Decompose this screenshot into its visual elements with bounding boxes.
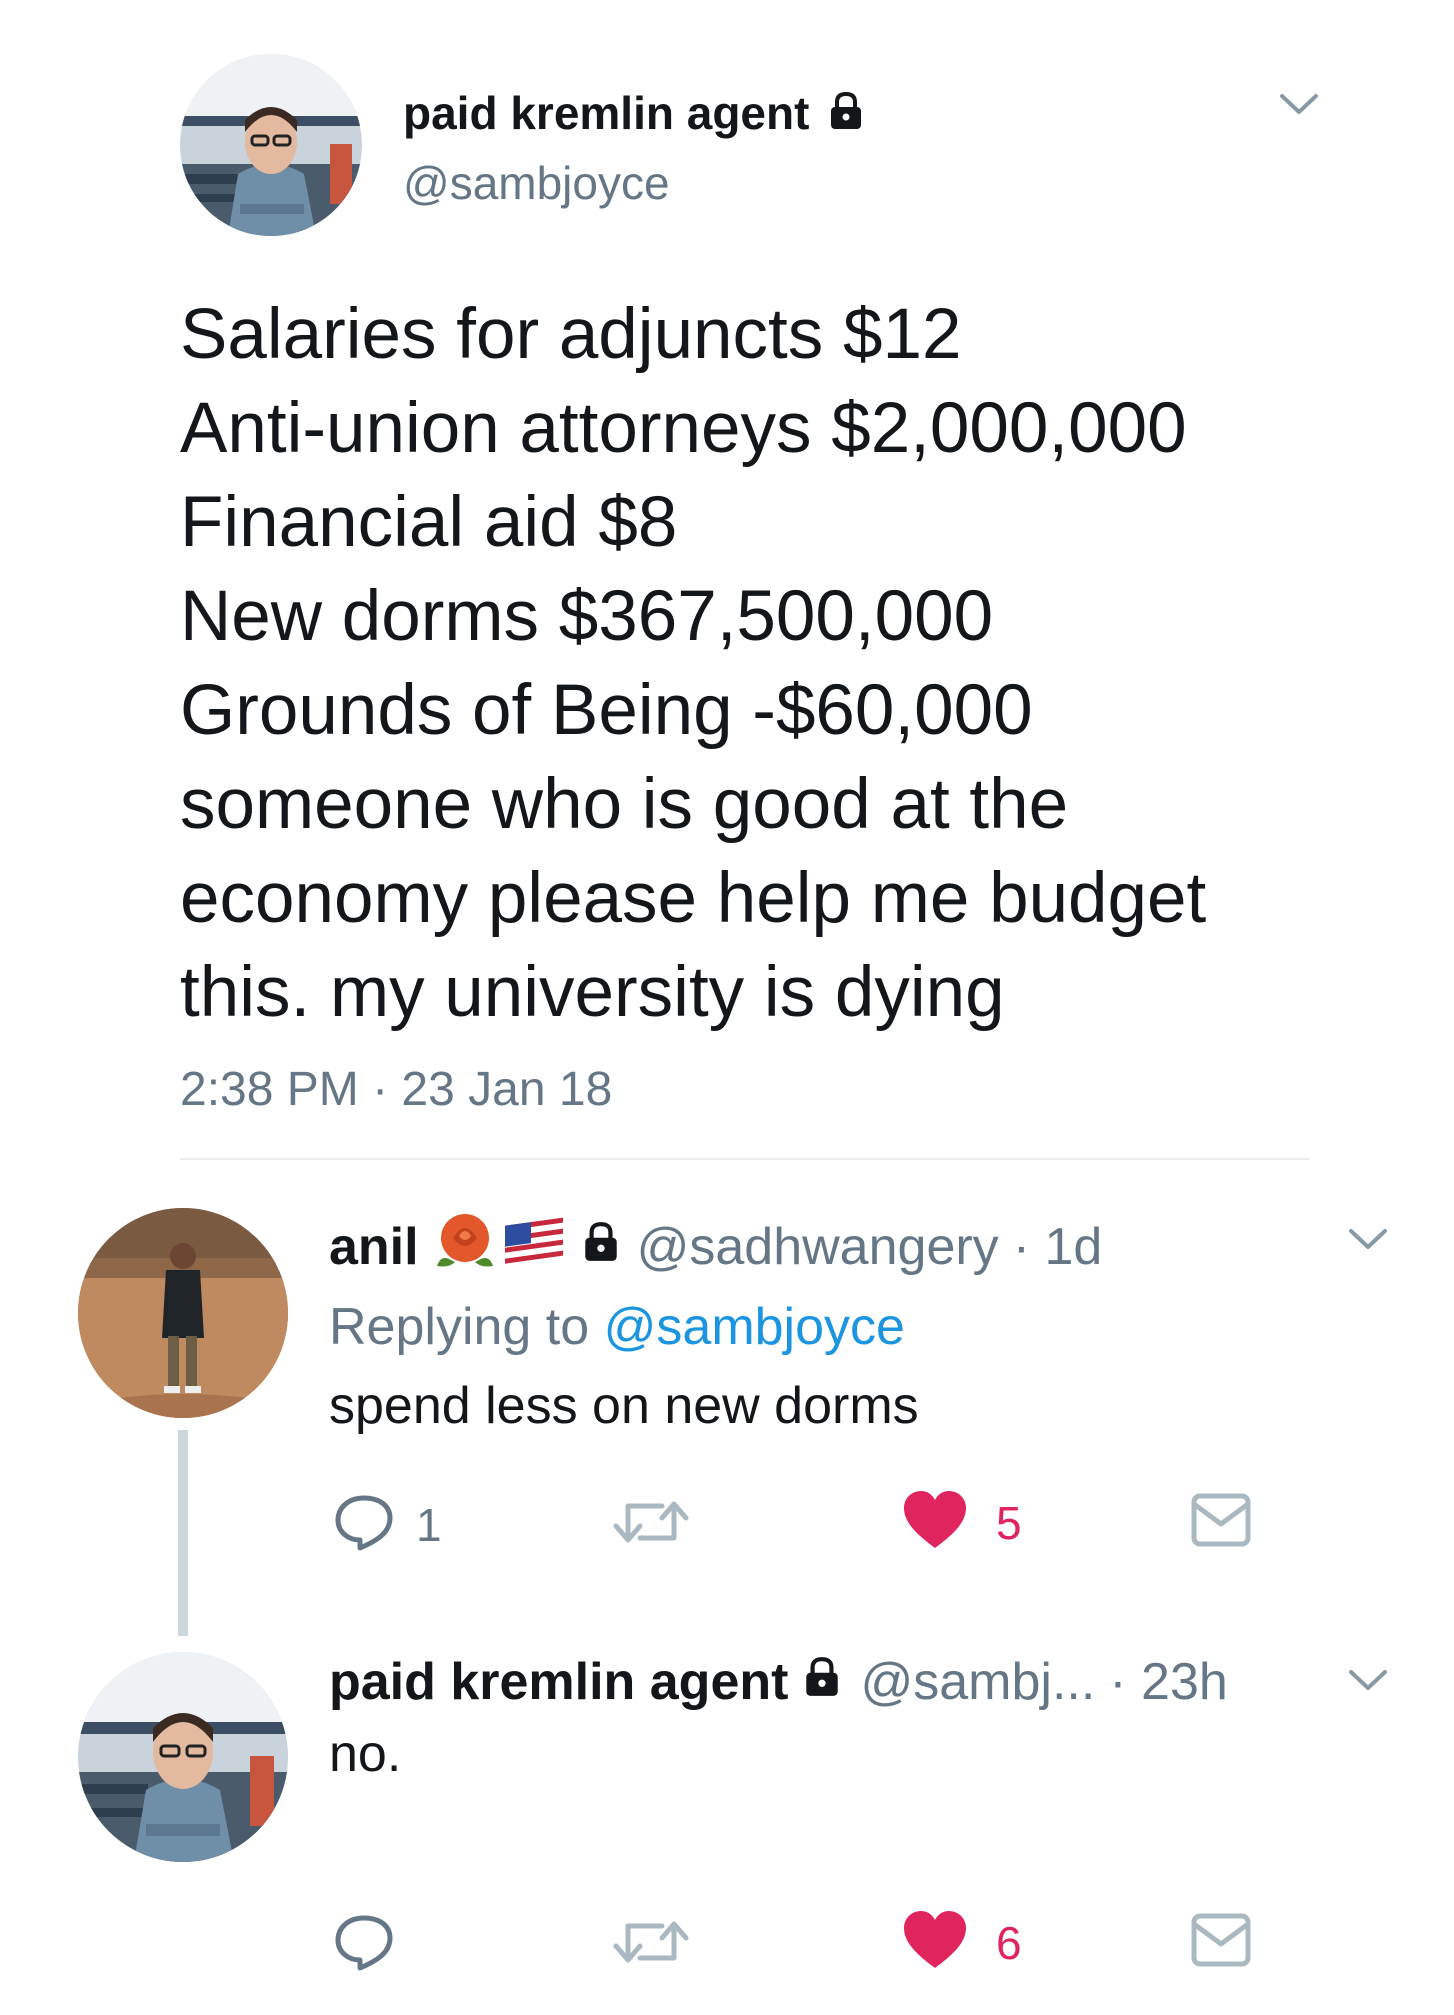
- rose-emoji: [433, 1210, 497, 1283]
- lock-icon: [825, 90, 867, 137]
- avatar[interactable]: [78, 1652, 288, 1862]
- like-button[interactable]: 6: [902, 1910, 1022, 1975]
- tweet-line: Salaries for adjuncts $12: [180, 295, 962, 374]
- retweet-button[interactable]: [612, 1494, 690, 1555]
- tweet-line: Grounds of Being -$60,000: [180, 671, 1033, 750]
- avatar[interactable]: [78, 1208, 288, 1418]
- reply-text: spend less on new dorms: [329, 1377, 919, 1435]
- display-name[interactable]: anil: [329, 1217, 419, 1277]
- like-button[interactable]: 5: [902, 1490, 1022, 1555]
- reply-icon: [332, 1492, 396, 1557]
- reply-button[interactable]: 1: [332, 1492, 442, 1557]
- reply-text: no.: [329, 1725, 402, 1783]
- chevron-down-icon[interactable]: [1345, 1225, 1391, 1260]
- message-icon: [1190, 1492, 1252, 1553]
- heart-icon: [902, 1910, 968, 1975]
- tweet-line: this. my university is dying: [180, 953, 1005, 1032]
- thread-connector: [178, 1430, 188, 1636]
- message-button[interactable]: [1190, 1912, 1252, 1973]
- like-count: 5: [996, 1496, 1022, 1549]
- handle[interactable]: @sambj...: [860, 1652, 1095, 1712]
- retweet-button[interactable]: [612, 1914, 690, 1975]
- us-flag-emoji: [503, 1214, 565, 1279]
- retweet-icon: [612, 1494, 690, 1555]
- reply-button[interactable]: [332, 1912, 396, 1977]
- reply-icon: [332, 1912, 396, 1977]
- replying-prefix: Replying to: [329, 1298, 590, 1356]
- like-count: 6: [996, 1916, 1022, 1969]
- handle[interactable]: @sadhwangery: [637, 1217, 999, 1277]
- timestamp[interactable]: 2:38 PM · 23 Jan 18: [180, 1062, 612, 1117]
- tweet-line: economy please help me budget: [180, 859, 1207, 938]
- tweet-line: Financial aid $8: [180, 483, 678, 562]
- reply-age[interactable]: · 23h: [1109, 1652, 1228, 1712]
- tweet-line: Anti-union attorneys $2,000,000: [180, 389, 1187, 468]
- divider: [180, 1158, 1310, 1160]
- tweet-text: Salaries for adjuncts $12 Anti-union att…: [180, 288, 1206, 1040]
- display-name[interactable]: paid kremlin agent: [329, 1652, 788, 1712]
- tweet-line: New dorms $367,500,000: [180, 577, 994, 656]
- tweet-line: someone who is good at the: [180, 765, 1069, 844]
- reply-count: 1: [416, 1498, 442, 1551]
- replying-to-link[interactable]: @sambjoyce: [604, 1298, 905, 1356]
- lock-icon: [800, 1652, 844, 1712]
- heart-icon: [902, 1490, 968, 1555]
- lock-icon: [579, 1217, 623, 1277]
- message-button[interactable]: [1190, 1492, 1252, 1553]
- retweet-icon: [612, 1914, 690, 1975]
- reply-age[interactable]: · 1d: [1013, 1217, 1103, 1277]
- display-name[interactable]: paid kremlin agent: [403, 86, 809, 140]
- message-icon: [1190, 1912, 1252, 1973]
- chevron-down-icon[interactable]: [1345, 1666, 1391, 1701]
- avatar[interactable]: [180, 54, 362, 236]
- chevron-down-icon[interactable]: [1276, 90, 1322, 125]
- replying-to: Replying to @sambjoyce: [329, 1297, 905, 1357]
- handle[interactable]: @sambjoyce: [403, 156, 670, 210]
